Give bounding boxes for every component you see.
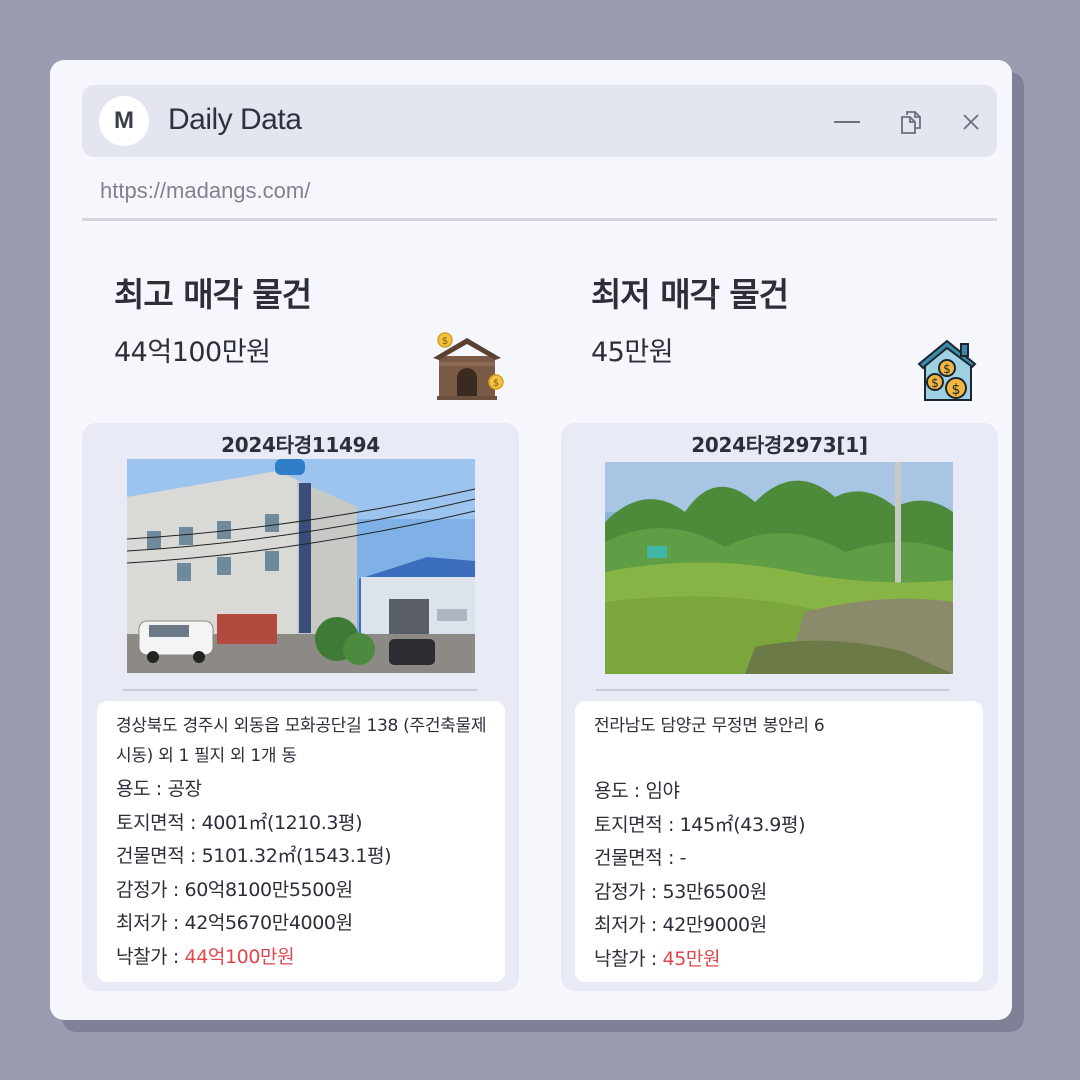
lowest-heading: 최저 매각 물건 [591, 275, 789, 314]
highest-heading: 최고 매각 물건 [114, 275, 312, 314]
land-area-row: 토지면적 : 145㎡(43.9평) [594, 809, 805, 843]
minimize-icon [834, 121, 860, 123]
land-area-label: 토지면적 : [116, 811, 202, 834]
building-area-label: 건물면적 : [594, 847, 680, 869]
highest-header: 최고 매각 물건 44억100만원 [114, 268, 312, 369]
header-divider [82, 218, 997, 221]
card-divider [123, 689, 477, 691]
winning-bid-label: 낙찰가 : [594, 947, 663, 970]
house-money-icon: $ $ [433, 332, 504, 400]
house-coins-icon: $ $ $ [917, 339, 977, 401]
appraisal-label: 감정가 : [594, 880, 663, 903]
appraisal-row: 감정가 : 53만6500원 [594, 876, 805, 910]
winning-bid-label: 낙찰가 : [116, 945, 185, 968]
use-value: 임야 [645, 780, 680, 802]
minimize-button[interactable] [832, 107, 862, 137]
svg-text:$: $ [442, 336, 448, 347]
app-title: Daily Data [168, 103, 302, 136]
app-logo: M [99, 96, 149, 146]
appraisal-value: 53만6500원 [662, 880, 768, 903]
building-area-label: 건물면적 : [116, 845, 202, 867]
title-bar: M Daily Data [82, 85, 997, 157]
minimum-price-row: 최저가 : 42만9000원 [594, 909, 805, 943]
svg-text:$: $ [952, 382, 961, 398]
building-area-row: 건물면적 : - [594, 842, 805, 876]
winning-bid-row: 낙찰가 : 45만원 [594, 943, 805, 977]
copy-icon [901, 111, 921, 134]
property-details: 전라남도 담양군 무정면 봉안리 6 용도 : 임야 토지면적 : 145㎡(4… [575, 701, 983, 982]
minimum-price-value: 42만9000원 [662, 914, 768, 936]
highest-property-card[interactable]: 2024타경11494 경상북도 경주시 외동읍 모화공단길 138 (주건축물… [82, 423, 519, 991]
minimum-price-label: 최저가 : [594, 914, 663, 936]
svg-text:$: $ [931, 376, 939, 390]
url-text[interactable]: https://madangs.com/ [100, 178, 310, 204]
property-details: 경상북도 경주시 외동읍 모화공단길 138 (주건축물제시동) 외 1 필지 … [97, 701, 505, 982]
use-row: 용도 : 공장 [116, 773, 391, 807]
property-photo [127, 459, 475, 673]
property-address: 전라남도 담양군 무정면 봉안리 6 [594, 716, 825, 736]
svg-text:$: $ [493, 378, 499, 389]
minimum-price-row: 최저가 : 42억5670만4000원 [116, 907, 391, 941]
lowest-price: 45만원 [591, 337, 674, 368]
minimum-price-label: 최저가 : [116, 912, 185, 934]
minimum-price-value: 42억5670만4000원 [184, 912, 354, 934]
use-row: 용도 : 임야 [594, 775, 805, 809]
appraisal-row: 감정가 : 60억8100만5500원 [116, 874, 391, 908]
use-label: 용도 : [116, 778, 168, 800]
card-divider [596, 689, 949, 691]
case-number: 2024타경2973[1] [691, 433, 868, 457]
land-area-row: 토지면적 : 4001㎡(1210.3평) [116, 807, 391, 841]
building-area-row: 건물면적 : 5101.32㎡(1543.1평) [116, 840, 392, 874]
lowest-header: 최저 매각 물건 45만원 [591, 268, 789, 369]
copy-button[interactable] [896, 107, 926, 137]
use-label: 용도 : [594, 780, 646, 802]
appraisal-value: 60억8100만5500원 [184, 878, 354, 901]
property-address: 경상북도 경주시 외동읍 모화공단길 138 (주건축물제시동) 외 1 필지 … [116, 716, 487, 766]
use-value: 공장 [167, 778, 202, 800]
case-number: 2024타경11494 [221, 433, 380, 457]
app-window: M Daily Data https://madangs.com/ 최고 매각 … [50, 60, 1012, 1020]
appraisal-label: 감정가 : [116, 878, 185, 901]
land-area-value: 4001㎡(1210.3평) [201, 811, 363, 834]
building-area-value: - [679, 847, 687, 869]
winning-bid-value: 45만원 [662, 947, 721, 970]
lowest-property-card[interactable]: 2024타경2973[1] 전라남도 담양군 무정면 봉안리 6 용도: 임야… [561, 423, 998, 991]
land-area-value: 145㎡(43.9평) [679, 813, 806, 836]
winning-bid-value: 44억100만원 [184, 945, 295, 968]
highest-price: 44억100만원 [114, 337, 271, 368]
building-area-value: 5101.32㎡(1543.1평) [201, 845, 392, 867]
close-icon [963, 114, 979, 130]
land-area-label: 토지면적 : [594, 813, 680, 836]
close-button[interactable] [956, 107, 986, 137]
svg-text:$: $ [943, 362, 951, 376]
property-photo [605, 462, 953, 674]
winning-bid-row: 낙찰가 : 44억100만원 [116, 941, 391, 975]
